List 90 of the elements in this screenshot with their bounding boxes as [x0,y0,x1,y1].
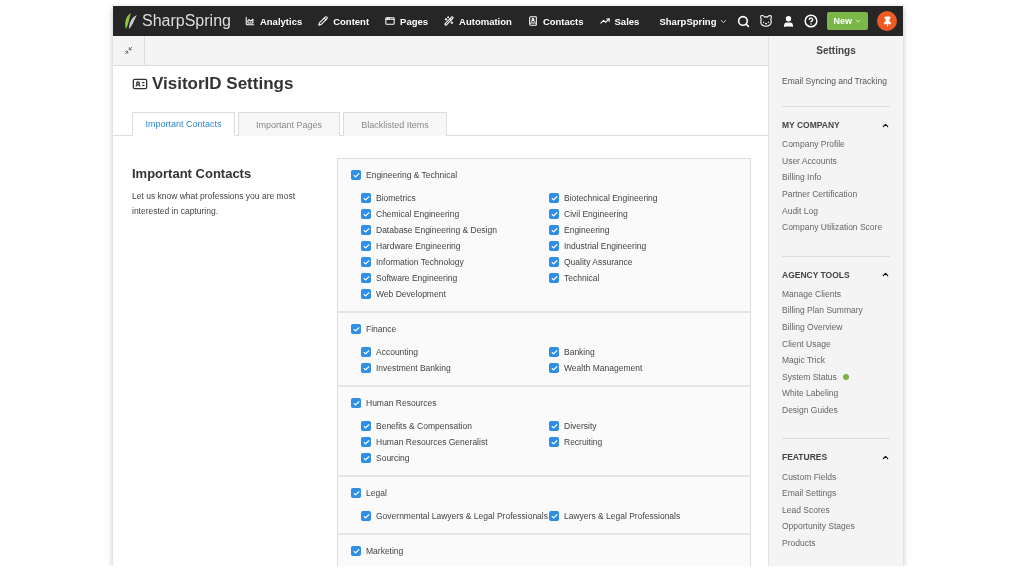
page-title: VisitorID Settings [132,74,768,94]
sidebar-item[interactable]: Billing Plan Summary [782,302,890,319]
profession-checkbox[interactable]: Benefits & Compensation [361,421,549,431]
sidebar-item[interactable]: User Accounts [782,152,890,170]
profession-checkbox[interactable]: Hardware Engineering [361,241,549,251]
analytics-icon [244,16,255,26]
sidebar-link[interactable]: Email Syncing and Tracking [782,76,890,86]
profession-checkbox[interactable]: Software Engineering [361,273,549,283]
profession-checkbox[interactable]: Quality Assurance [549,257,737,267]
nav-item[interactable]: Content [318,15,370,27]
sidebar-item[interactable]: Products [782,534,890,552]
sidebar-item[interactable]: Company Utilization Score [782,218,890,236]
profession-checkbox[interactable]: Technical [549,273,737,283]
profession-checkbox[interactable]: Chemical Engineering [361,209,549,219]
pages-icon [385,16,396,26]
profession-checkbox[interactable]: Recruiting [549,437,737,447]
sidebar-section-heading: FEATURES [782,452,828,463]
caret-icon [854,17,862,25]
group-checkbox[interactable]: Marketing [351,546,737,556]
sidebar-item[interactable]: Audit Log [782,202,890,219]
nav-item[interactable]: Pages [385,15,429,27]
nav-item[interactable]: Sales [599,15,640,27]
sidebar-item[interactable]: Custom Fields [782,468,890,485]
profession-checkbox[interactable]: Biometrics [361,193,549,203]
sidebar-item[interactable]: Design Guides [782,401,890,419]
pin-icon [881,15,893,27]
check-icon [550,512,558,520]
sidebar-item[interactable]: Manage Clients [782,285,890,303]
id-card-icon [132,76,148,92]
profession-checkbox[interactable]: Industrial Engineering [549,241,737,251]
sidebar-item[interactable]: System Status [782,368,890,386]
profession-checkbox[interactable]: Engineering [549,225,737,235]
group-checkbox[interactable]: Human Resources [351,398,737,408]
collapse-arrows-icon [124,46,133,55]
sidebar-item[interactable]: Magic Trick [782,351,890,369]
sidebar-item[interactable]: Billing Info [782,169,890,186]
profession-checkbox[interactable]: Lawyers & Legal Professionals [549,511,737,521]
sidebar-section-heading: MY COMPANY [782,120,840,130]
leaf-logo-icon [123,12,139,30]
check-icon [352,399,360,407]
check-icon [352,325,360,333]
logo[interactable]: SharpSpring [123,12,231,30]
sidebar-section-heading: AGENCY TOOLS [782,269,850,280]
profession-checkbox[interactable]: Banking [549,347,737,357]
sidebar-item[interactable]: Company Profile [782,136,890,153]
user-icon[interactable] [782,14,796,28]
sidebar-item[interactable]: Billing Overview [782,318,890,336]
section-heading: Important Contacts [132,166,253,181]
sidebar-item[interactable]: Opportunity Stages [782,518,890,535]
profession-checkbox[interactable]: Civil Engineering [549,209,737,219]
sidebar-item[interactable]: Email Settings [782,484,890,502]
profession-checkbox[interactable]: Web Development [361,289,549,299]
contacts-icon [527,16,538,26]
profession-checkbox[interactable]: Database Engineering & Design [361,225,549,235]
check-icon [352,171,360,179]
account-menu[interactable]: SharpSpring [659,15,729,27]
profession-checkbox[interactable]: Investment Banking [361,363,549,373]
profession-checkbox[interactable]: Wealth Management [549,363,737,373]
sidebar-item[interactable]: Lead Scores [782,501,890,519]
sidebar-item[interactable]: Partner Certification [782,185,890,203]
section-description: Let us know what professions you are most interested in capturing. [132,190,296,218]
cat-icon[interactable] [759,14,774,28]
profession-checkbox[interactable]: Human Resources Generalist [361,437,549,447]
tab[interactable]: Important Contacts [132,112,235,136]
nav-item[interactable]: Analytics [244,15,303,27]
sidebar-item[interactable]: White Labeling [782,385,890,402]
sidebar-item[interactable]: Client Usage [782,335,890,352]
content-icon [318,16,329,26]
group-checkbox[interactable]: Finance [351,324,737,334]
automation-icon [444,16,455,26]
check-icon [362,512,370,520]
group-checkbox[interactable]: Legal [351,488,737,498]
pin-button[interactable] [877,11,897,31]
check-icon [352,547,360,555]
profession-checkbox[interactable]: Diversity [549,421,737,431]
sidebar-title: Settings [815,45,857,56]
tab[interactable]: Important Pages [238,112,340,136]
help-icon[interactable] [804,14,819,28]
profession-checkbox[interactable]: Biotechnical Engineering [549,193,737,203]
nav-item[interactable]: Contacts [527,15,584,27]
profession-checkbox[interactable]: Governmental Lawyers & Legal Professionals [361,511,549,521]
sales-icon [599,16,610,26]
profession-checkbox[interactable]: Information Technology [361,257,549,267]
tab[interactable]: Blacklisted Items [343,112,447,136]
profession-checkbox[interactable]: Accounting [361,347,549,357]
check-icon [352,489,360,497]
search-icon[interactable] [737,14,751,28]
group-checkbox[interactable]: Engineering & Technical [351,170,737,180]
nav-item[interactable]: Automation [444,15,512,27]
profession-checkbox[interactable]: Sourcing [361,453,549,463]
